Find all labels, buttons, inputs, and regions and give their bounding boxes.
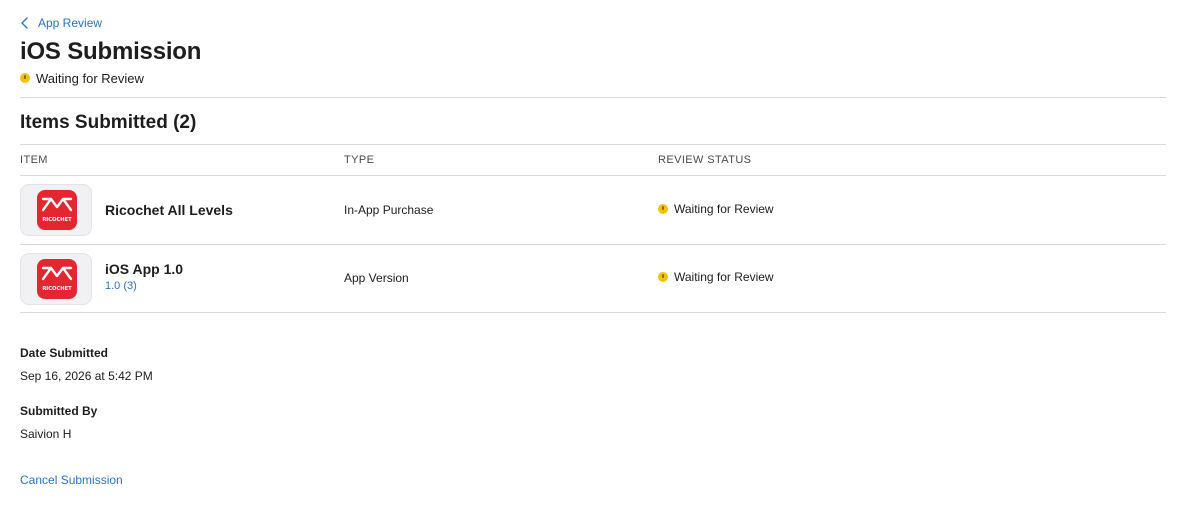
item-review-status-text: Waiting for Review xyxy=(674,270,774,284)
item-type: App Version xyxy=(344,271,409,285)
items-section-title: Items Submitted (2) xyxy=(20,112,197,133)
divider xyxy=(20,97,1166,98)
column-header-item: ITEM xyxy=(20,154,48,166)
breadcrumb-back-link[interactable]: App Review xyxy=(20,14,102,32)
item-type: In-App Purchase xyxy=(344,203,434,217)
svg-text:RICOCHET: RICOCHET xyxy=(42,217,72,223)
item-thumbnail: RICOCHET xyxy=(20,253,92,305)
item-review-status: Waiting for Review xyxy=(658,202,774,216)
breadcrumb-label[interactable]: App Review xyxy=(38,16,102,30)
column-header-type: TYPE xyxy=(344,154,375,166)
chevron-left-icon xyxy=(21,17,28,29)
ricochet-app-icon: RICOCHET xyxy=(37,259,77,299)
ricochet-logo-icon: RICOCHET xyxy=(41,197,73,223)
date-submitted-label: Date Submitted xyxy=(20,346,109,360)
page-title: iOS Submission xyxy=(20,38,202,65)
pending-status-icon xyxy=(658,272,668,282)
item-review-status-text: Waiting for Review xyxy=(674,202,774,216)
table-row[interactable]: RICOCHET Ricochet All Levels In-App Purc… xyxy=(20,176,1166,244)
pending-status-icon xyxy=(20,73,30,83)
submitted-by-label: Submitted By xyxy=(20,404,98,418)
date-submitted-value: Sep 16, 2026 at 5:42 PM xyxy=(20,369,153,383)
svg-text:RICOCHET: RICOCHET xyxy=(42,286,72,292)
submitted-by-value: Saivion H xyxy=(20,427,72,441)
submission-status: Waiting for Review xyxy=(20,69,144,87)
divider xyxy=(20,312,1166,313)
table-row[interactable]: RICOCHET iOS App 1.0 1.0 (3) App Version… xyxy=(20,245,1166,313)
item-thumbnail: RICOCHET xyxy=(20,184,92,236)
ricochet-app-icon: RICOCHET xyxy=(37,190,77,230)
table-header: ITEM TYPE REVIEW STATUS xyxy=(20,146,1166,175)
divider xyxy=(20,144,1166,145)
cancel-submission-link[interactable]: Cancel Submission xyxy=(20,473,123,487)
ricochet-logo-icon: RICOCHET xyxy=(41,266,73,292)
item-name[interactable]: iOS App 1.0 xyxy=(105,261,183,277)
pending-status-icon xyxy=(658,204,668,214)
column-header-review-status: REVIEW STATUS xyxy=(658,154,752,166)
item-review-status: Waiting for Review xyxy=(658,270,774,284)
submission-page: App Review iOS Submission Waiting for Re… xyxy=(20,0,1166,515)
submission-status-text: Waiting for Review xyxy=(36,70,144,86)
item-build-link[interactable]: 1.0 (3) xyxy=(105,280,137,292)
item-name[interactable]: Ricochet All Levels xyxy=(105,202,233,218)
